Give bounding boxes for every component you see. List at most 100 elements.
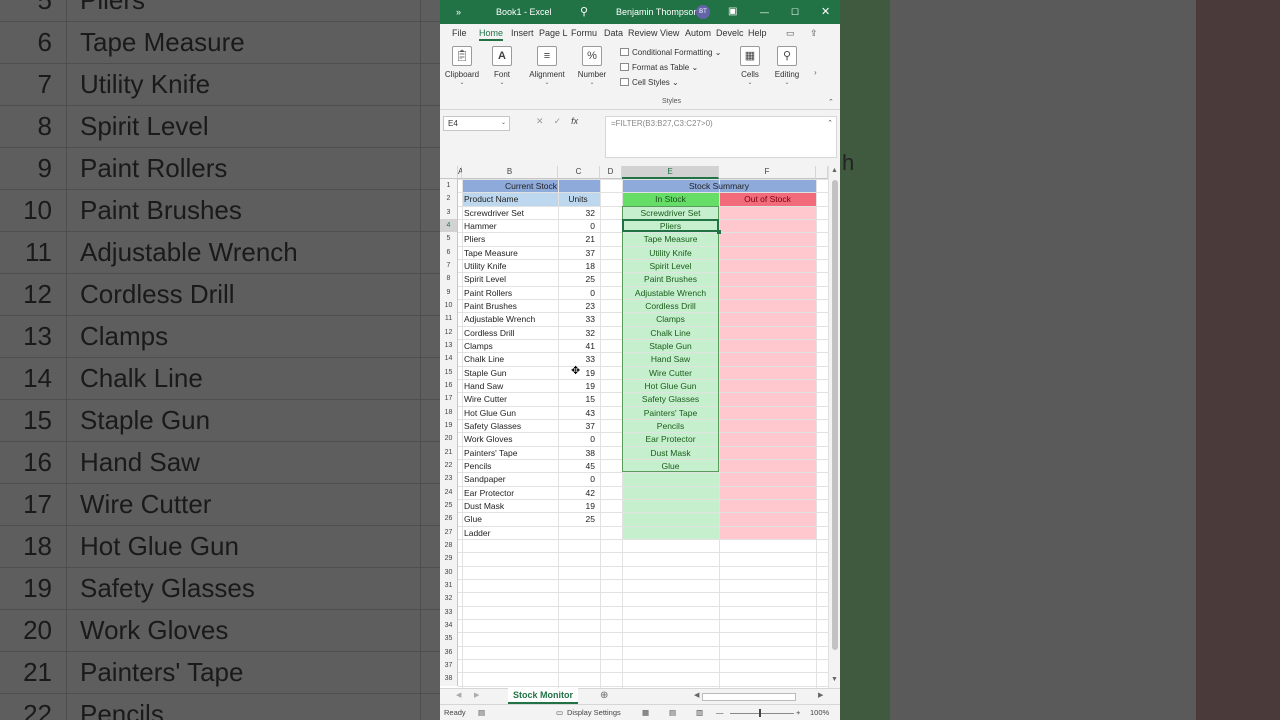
close-icon[interactable]: ✕ — [821, 0, 830, 24]
units-cell[interactable]: 45 — [558, 461, 595, 471]
units-cell[interactable]: 0 — [558, 474, 595, 484]
product-name-cell[interactable]: Hot Glue Gun — [464, 408, 558, 418]
share-icon[interactable]: ⇪ — [810, 28, 818, 39]
row-header[interactable]: 15 — [440, 365, 458, 379]
units-cell[interactable]: 37 — [558, 421, 595, 431]
product-name-cell[interactable]: Utility Knife — [464, 261, 558, 271]
product-name-cell[interactable]: Hammer — [464, 221, 558, 231]
product-name-cell[interactable]: Pencils — [464, 461, 558, 471]
tab-view[interactable]: View — [660, 27, 679, 41]
clipboard-group[interactable]: 📋︎ Clipboard ⌄ — [444, 46, 480, 86]
row-header[interactable]: 34 — [440, 618, 458, 633]
units-cell[interactable]: 33 — [558, 354, 595, 364]
vertical-scrollbar[interactable]: ▲ ▼ — [828, 166, 840, 688]
current-stock-title[interactable]: Current Stock — [462, 181, 600, 191]
select-all-corner[interactable] — [440, 166, 458, 179]
row-header[interactable]: 27 — [440, 525, 458, 539]
row-header[interactable]: 2 — [440, 192, 458, 206]
row-header[interactable]: 33 — [440, 605, 458, 619]
avatar[interactable]: BT — [696, 5, 710, 19]
row-header[interactable]: 38 — [440, 672, 458, 686]
active-cell-e4[interactable] — [622, 218, 719, 233]
horizontal-scrollbar[interactable] — [702, 693, 796, 701]
product-name-cell[interactable]: Wire Cutter — [464, 394, 558, 404]
row-header[interactable]: 21 — [440, 445, 458, 459]
row-header[interactable]: 28 — [440, 538, 458, 553]
tab-data[interactable]: Data — [604, 27, 623, 41]
page-layout-icon[interactable]: ▤ — [669, 708, 676, 717]
scroll-up-icon[interactable]: ▲ — [831, 167, 838, 174]
product-name-cell[interactable]: Pliers — [464, 234, 558, 244]
units-cell[interactable]: 38 — [558, 448, 595, 458]
row-header[interactable]: 30 — [440, 565, 458, 579]
row-header[interactable]: 9 — [440, 285, 458, 299]
row-header[interactable]: 32 — [440, 592, 458, 606]
ribbon-display-icon[interactable]: ▣ — [728, 0, 737, 24]
tab-pagel[interactable]: Page L — [539, 27, 568, 41]
search-icon[interactable]: ⚲ — [580, 0, 588, 24]
row-header[interactable]: 29 — [440, 552, 458, 566]
units-cell[interactable]: 19 — [558, 501, 595, 511]
units-cell[interactable]: 37 — [558, 248, 595, 258]
zoom-slider-thumb[interactable] — [759, 709, 761, 717]
row-header[interactable]: 4 — [440, 218, 458, 233]
product-name-cell[interactable]: Hand Saw — [464, 381, 558, 391]
alignment-group[interactable]: ≡ Alignment ⌄ — [526, 46, 568, 86]
row-header[interactable]: 14 — [440, 352, 458, 366]
row-header[interactable]: 12 — [440, 325, 458, 339]
row-header[interactable]: 36 — [440, 645, 458, 659]
units-header[interactable]: Units — [558, 194, 598, 204]
product-name-cell[interactable]: Clamps — [464, 341, 558, 351]
units-cell[interactable]: 33 — [558, 314, 595, 324]
zoom-slider[interactable] — [730, 713, 794, 714]
units-cell[interactable]: 25 — [558, 274, 595, 284]
row-header[interactable]: 5 — [440, 232, 458, 246]
row-header[interactable]: 3 — [440, 205, 458, 219]
next-sheet-icon[interactable]: ▶ — [474, 691, 479, 699]
product-name-cell[interactable]: Cordless Drill — [464, 328, 558, 338]
number-group[interactable]: % Number ⌄ — [574, 46, 610, 86]
cell-styles-button[interactable]: Cell Styles ⌄ — [620, 78, 679, 87]
format-as-table-button[interactable]: Format as Table ⌄ — [620, 63, 698, 72]
units-cell[interactable]: 43 — [558, 408, 595, 418]
sheet-tab-stock-monitor[interactable]: Stock Monitor — [508, 688, 578, 704]
tab-formu[interactable]: Formu — [571, 27, 597, 41]
maximize-icon[interactable]: ☐ — [791, 0, 799, 24]
tab-insert[interactable]: Insert — [511, 27, 534, 41]
collapse-ribbon-icon[interactable]: ⌃ — [828, 98, 834, 106]
page-break-icon[interactable]: ▥ — [696, 708, 703, 717]
units-cell[interactable]: 42 — [558, 488, 595, 498]
function-icon[interactable]: fx — [571, 116, 578, 126]
chevron-more-icon[interactable]: » — [456, 0, 461, 24]
product-name-cell[interactable]: Ladder — [464, 528, 558, 538]
product-name-cell[interactable]: Screwdriver Set — [464, 208, 558, 218]
units-cell[interactable]: 0 — [558, 221, 595, 231]
row-header[interactable]: 25 — [440, 498, 458, 513]
name-box[interactable]: E4 ⌄ — [443, 116, 510, 131]
product-name-cell[interactable]: Paint Rollers — [464, 288, 558, 298]
ribbon-scroll-icon[interactable]: › — [814, 68, 817, 77]
conditional-formatting-button[interactable]: Conditional Formatting ⌄ — [620, 48, 721, 57]
row-header[interactable]: 22 — [440, 458, 458, 473]
product-name-cell[interactable]: Glue — [464, 514, 558, 524]
zoom-out-icon[interactable]: — — [716, 708, 724, 717]
product-name-cell[interactable]: Adjustable Wrench — [464, 314, 558, 324]
font-group[interactable]: A Font ⌄ — [486, 46, 518, 86]
product-name-cell[interactable]: Tape Measure — [464, 248, 558, 258]
row-header[interactable]: 35 — [440, 632, 458, 646]
row-header[interactable]: 11 — [440, 312, 458, 326]
worksheet-grid[interactable]: A B C D E F 1 2 3 4 5 6 7 8 9 10 11 12 13 14 15 16 17 18 19 20 21 2… — [440, 166, 840, 688]
row-header[interactable]: 6 — [440, 245, 458, 259]
zoom-in-icon[interactable]: + — [796, 708, 800, 717]
column-header-c[interactable]: C — [558, 166, 600, 179]
product-name-cell[interactable]: Safety Glasses — [464, 421, 558, 431]
product-name-cell[interactable]: Sandpaper — [464, 474, 558, 484]
cells-group[interactable]: ▦ Cells ⌄ — [736, 46, 764, 86]
cancel-icon[interactable]: ✕ — [536, 116, 544, 126]
row-header[interactable]: 18 — [440, 405, 458, 419]
tab-autom[interactable]: Autom — [685, 27, 711, 41]
units-cell[interactable]: 23 — [558, 301, 595, 311]
tab-develc[interactable]: Develc — [716, 27, 744, 41]
tab-file[interactable]: File — [452, 27, 467, 41]
units-cell[interactable]: 18 — [558, 261, 595, 271]
